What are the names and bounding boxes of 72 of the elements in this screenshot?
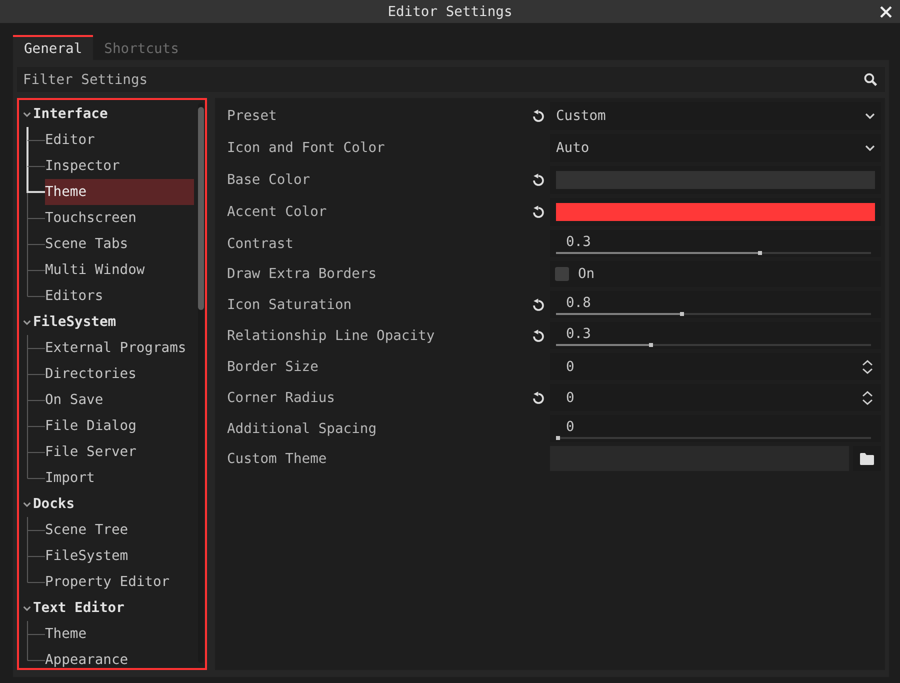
- setting-label: Contrast: [226, 236, 294, 252]
- tree-item[interactable]: Theme: [45, 626, 194, 642]
- setting-label: Additional Spacing: [226, 420, 378, 436]
- window-title: Editor Settings: [388, 4, 512, 20]
- tree-branch-line: [26, 153, 45, 179]
- tree-category[interactable]: Text Editor: [33, 600, 124, 616]
- tree-branch-line: [26, 387, 45, 413]
- tree-item[interactable]: Editors: [45, 288, 194, 304]
- tree-branch-line: [26, 335, 45, 361]
- scrollbar[interactable]: [198, 103, 204, 663]
- tree-item[interactable]: Touchscreen: [45, 210, 194, 226]
- checkbox-icon[interactable]: [555, 267, 569, 281]
- tree-item[interactable]: Scene Tabs: [45, 236, 194, 252]
- revert-icon[interactable]: [531, 328, 545, 342]
- tree-branch-line: [26, 361, 45, 387]
- chevron-down-icon[interactable]: [865, 113, 875, 119]
- revert-icon[interactable]: [531, 390, 545, 404]
- tree-item[interactable]: File Dialog: [45, 418, 194, 434]
- slider-track[interactable]: [556, 251, 871, 255]
- setting-label: Relationship Line Opacity: [226, 328, 436, 344]
- tree-branch-line: [26, 127, 45, 153]
- setting-label: Preset: [226, 108, 278, 124]
- setting-label: Draw Extra Borders: [226, 266, 378, 282]
- tree-item[interactable]: On Save: [45, 392, 194, 408]
- chevron-down-icon[interactable]: [23, 320, 31, 324]
- folder-icon: [860, 452, 874, 464]
- setting-label: Icon Saturation: [226, 296, 353, 312]
- tree-item[interactable]: FileSystem: [45, 548, 194, 564]
- tree-item[interactable]: Editor: [45, 132, 194, 148]
- revert-icon[interactable]: [531, 173, 545, 187]
- setting-label: Corner Radius: [226, 390, 336, 406]
- chevron-down-icon[interactable]: [23, 112, 31, 116]
- tree-item[interactable]: Theme: [45, 179, 194, 205]
- revert-icon[interactable]: [531, 205, 545, 219]
- chevron-down-icon[interactable]: [865, 145, 875, 151]
- revert-icon[interactable]: [531, 109, 545, 123]
- tree-item[interactable]: Property Editor: [45, 574, 194, 590]
- chevron-down-icon[interactable]: [23, 502, 31, 506]
- setting-label: Base Color: [226, 172, 312, 188]
- tree-branch-line: [26, 205, 45, 231]
- tree-category[interactable]: Docks: [33, 496, 75, 512]
- tree-branch-line: [26, 413, 45, 439]
- slider-track[interactable]: [556, 312, 871, 316]
- revert-icon[interactable]: [531, 298, 545, 312]
- tree-item[interactable]: Directories: [45, 366, 194, 382]
- tree-item[interactable]: External Programs: [45, 340, 194, 356]
- up-down-arrows-icon[interactable]: [862, 390, 873, 404]
- tree-item[interactable]: Multi Window: [45, 262, 194, 278]
- tree-category[interactable]: FileSystem: [33, 314, 116, 330]
- tree-branch-line: [26, 231, 45, 257]
- tree-item[interactable]: Scene Tree: [45, 522, 194, 538]
- slider-handle[interactable]: [680, 312, 684, 316]
- slider-handle[interactable]: [556, 436, 560, 440]
- filter-field[interactable]: Filter Settings: [17, 67, 885, 92]
- chevron-down-icon[interactable]: [23, 606, 31, 610]
- scrollbar-thumb[interactable]: [198, 107, 204, 310]
- setting-label: Accent Color: [226, 204, 328, 220]
- tree-branch-line: [26, 517, 45, 543]
- slider-handle[interactable]: [758, 251, 762, 255]
- setting-label: Custom Theme: [226, 450, 328, 466]
- search-icon[interactable]: [864, 73, 877, 86]
- tree-item[interactable]: File Server: [45, 444, 194, 460]
- slider-handle[interactable]: [649, 343, 654, 347]
- up-down-arrows-icon[interactable]: [862, 360, 873, 374]
- tree-category[interactable]: Interface: [33, 106, 108, 122]
- slider-track[interactable]: [556, 343, 871, 347]
- tree-item[interactable]: Import: [45, 470, 194, 486]
- setting-label: Border Size: [226, 358, 320, 374]
- tree-item[interactable]: Appearance: [45, 652, 194, 668]
- setting-label: Icon and Font Color: [226, 140, 386, 156]
- tree-item[interactable]: Inspector: [45, 158, 194, 174]
- tab[interactable]: General: [13, 35, 94, 60]
